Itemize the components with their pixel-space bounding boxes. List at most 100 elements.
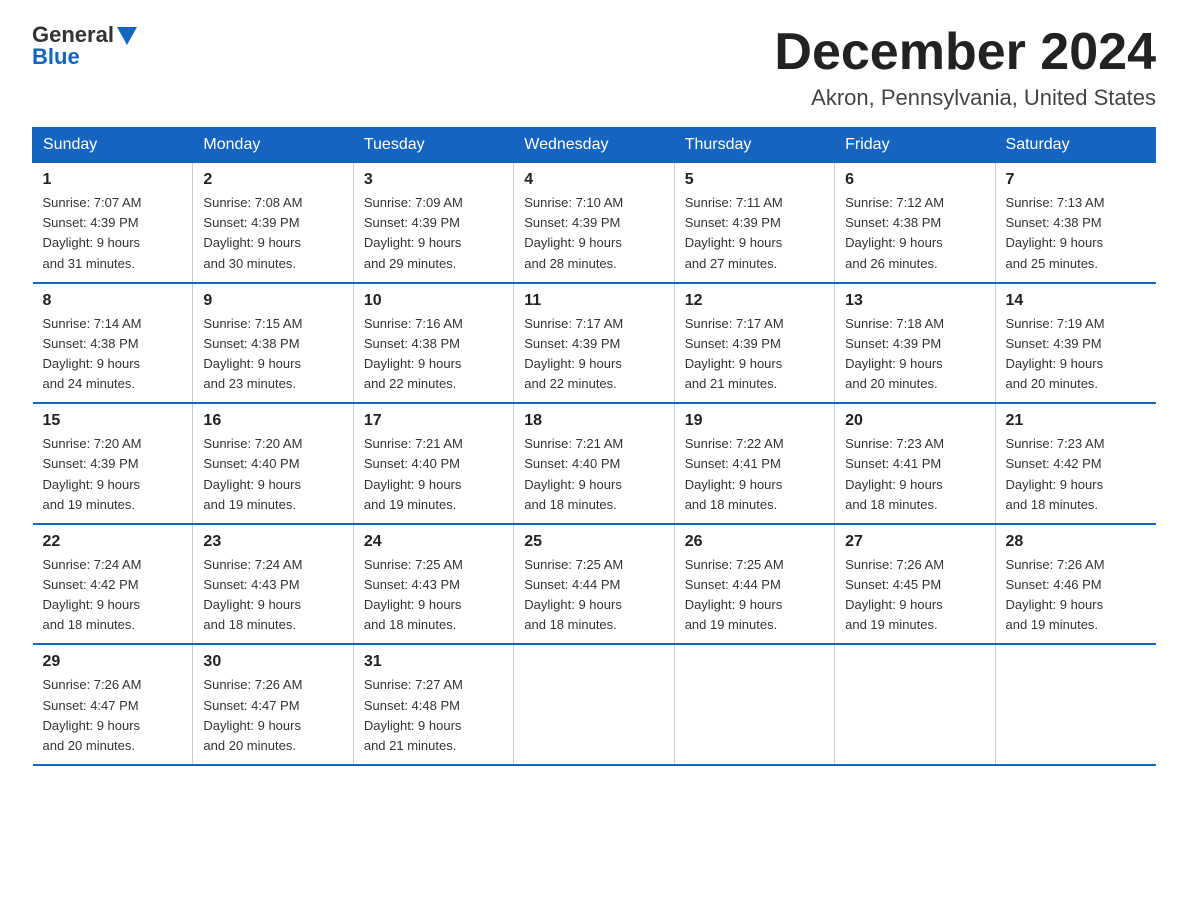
calendar-day-cell: 6 Sunrise: 7:12 AM Sunset: 4:38 PM Dayli…: [835, 163, 995, 283]
logo: General Blue: [32, 24, 137, 68]
calendar-day-cell: 13 Sunrise: 7:18 AM Sunset: 4:39 PM Dayl…: [835, 283, 995, 404]
location-subtitle: Akron, Pennsylvania, United States: [774, 85, 1156, 111]
calendar-day-cell: 15 Sunrise: 7:20 AM Sunset: 4:39 PM Dayl…: [33, 403, 193, 524]
day-number: 31: [364, 653, 503, 671]
header-saturday: Saturday: [995, 128, 1155, 163]
day-info: Sunrise: 7:20 AM Sunset: 4:40 PM Dayligh…: [203, 434, 342, 515]
day-number: 29: [43, 653, 183, 671]
calendar-day-cell: 5 Sunrise: 7:11 AM Sunset: 4:39 PM Dayli…: [674, 163, 834, 283]
calendar-week-row: 15 Sunrise: 7:20 AM Sunset: 4:39 PM Dayl…: [33, 403, 1156, 524]
calendar-day-cell: 30 Sunrise: 7:26 AM Sunset: 4:47 PM Dayl…: [193, 644, 353, 765]
calendar-table: Sunday Monday Tuesday Wednesday Thursday…: [32, 127, 1156, 766]
day-info: Sunrise: 7:24 AM Sunset: 4:42 PM Dayligh…: [43, 555, 183, 636]
day-info: Sunrise: 7:09 AM Sunset: 4:39 PM Dayligh…: [364, 193, 503, 274]
calendar-day-cell: 21 Sunrise: 7:23 AM Sunset: 4:42 PM Dayl…: [995, 403, 1155, 524]
day-info: Sunrise: 7:14 AM Sunset: 4:38 PM Dayligh…: [43, 314, 183, 395]
day-info: Sunrise: 7:17 AM Sunset: 4:39 PM Dayligh…: [685, 314, 824, 395]
day-number: 12: [685, 292, 824, 310]
page-header: General Blue December 2024 Akron, Pennsy…: [32, 24, 1156, 111]
day-number: 5: [685, 171, 824, 189]
calendar-day-cell: [514, 644, 674, 765]
day-number: 18: [524, 412, 663, 430]
calendar-day-cell: 11 Sunrise: 7:17 AM Sunset: 4:39 PM Dayl…: [514, 283, 674, 404]
day-number: 22: [43, 533, 183, 551]
day-number: 23: [203, 533, 342, 551]
day-info: Sunrise: 7:25 AM Sunset: 4:44 PM Dayligh…: [524, 555, 663, 636]
month-title: December 2024: [774, 24, 1156, 81]
day-number: 6: [845, 171, 984, 189]
day-number: 21: [1006, 412, 1146, 430]
calendar-day-cell: 20 Sunrise: 7:23 AM Sunset: 4:41 PM Dayl…: [835, 403, 995, 524]
calendar-day-cell: 27 Sunrise: 7:26 AM Sunset: 4:45 PM Dayl…: [835, 524, 995, 645]
day-info: Sunrise: 7:18 AM Sunset: 4:39 PM Dayligh…: [845, 314, 984, 395]
day-number: 19: [685, 412, 824, 430]
day-info: Sunrise: 7:13 AM Sunset: 4:38 PM Dayligh…: [1006, 193, 1146, 274]
header-wednesday: Wednesday: [514, 128, 674, 163]
day-info: Sunrise: 7:07 AM Sunset: 4:39 PM Dayligh…: [43, 193, 183, 274]
day-number: 4: [524, 171, 663, 189]
calendar-day-cell: 2 Sunrise: 7:08 AM Sunset: 4:39 PM Dayli…: [193, 163, 353, 283]
title-block: December 2024 Akron, Pennsylvania, Unite…: [774, 24, 1156, 111]
header-tuesday: Tuesday: [353, 128, 513, 163]
day-info: Sunrise: 7:21 AM Sunset: 4:40 PM Dayligh…: [364, 434, 503, 515]
logo-general-text: General: [32, 24, 114, 46]
calendar-day-cell: 16 Sunrise: 7:20 AM Sunset: 4:40 PM Dayl…: [193, 403, 353, 524]
day-number: 14: [1006, 292, 1146, 310]
day-number: 24: [364, 533, 503, 551]
day-number: 8: [43, 292, 183, 310]
day-number: 9: [203, 292, 342, 310]
day-info: Sunrise: 7:21 AM Sunset: 4:40 PM Dayligh…: [524, 434, 663, 515]
day-number: 25: [524, 533, 663, 551]
calendar-day-cell: 12 Sunrise: 7:17 AM Sunset: 4:39 PM Dayl…: [674, 283, 834, 404]
header-sunday: Sunday: [33, 128, 193, 163]
header-friday: Friday: [835, 128, 995, 163]
day-number: 28: [1006, 533, 1146, 551]
day-number: 26: [685, 533, 824, 551]
day-info: Sunrise: 7:26 AM Sunset: 4:45 PM Dayligh…: [845, 555, 984, 636]
header-monday: Monday: [193, 128, 353, 163]
day-info: Sunrise: 7:20 AM Sunset: 4:39 PM Dayligh…: [43, 434, 183, 515]
day-info: Sunrise: 7:23 AM Sunset: 4:41 PM Dayligh…: [845, 434, 984, 515]
day-number: 10: [364, 292, 503, 310]
calendar-day-cell: [835, 644, 995, 765]
day-info: Sunrise: 7:26 AM Sunset: 4:47 PM Dayligh…: [43, 675, 183, 756]
calendar-day-cell: 1 Sunrise: 7:07 AM Sunset: 4:39 PM Dayli…: [33, 163, 193, 283]
calendar-day-cell: 29 Sunrise: 7:26 AM Sunset: 4:47 PM Dayl…: [33, 644, 193, 765]
calendar-day-cell: 18 Sunrise: 7:21 AM Sunset: 4:40 PM Dayl…: [514, 403, 674, 524]
calendar-day-cell: 10 Sunrise: 7:16 AM Sunset: 4:38 PM Dayl…: [353, 283, 513, 404]
day-info: Sunrise: 7:12 AM Sunset: 4:38 PM Dayligh…: [845, 193, 984, 274]
day-number: 20: [845, 412, 984, 430]
day-number: 15: [43, 412, 183, 430]
day-info: Sunrise: 7:11 AM Sunset: 4:39 PM Dayligh…: [685, 193, 824, 274]
day-number: 3: [364, 171, 503, 189]
day-info: Sunrise: 7:17 AM Sunset: 4:39 PM Dayligh…: [524, 314, 663, 395]
day-info: Sunrise: 7:26 AM Sunset: 4:47 PM Dayligh…: [203, 675, 342, 756]
day-info: Sunrise: 7:16 AM Sunset: 4:38 PM Dayligh…: [364, 314, 503, 395]
calendar-week-row: 1 Sunrise: 7:07 AM Sunset: 4:39 PM Dayli…: [33, 163, 1156, 283]
day-info: Sunrise: 7:24 AM Sunset: 4:43 PM Dayligh…: [203, 555, 342, 636]
calendar-day-cell: 28 Sunrise: 7:26 AM Sunset: 4:46 PM Dayl…: [995, 524, 1155, 645]
calendar-day-cell: 7 Sunrise: 7:13 AM Sunset: 4:38 PM Dayli…: [995, 163, 1155, 283]
day-info: Sunrise: 7:27 AM Sunset: 4:48 PM Dayligh…: [364, 675, 503, 756]
logo-blue-text: Blue: [32, 46, 80, 68]
day-info: Sunrise: 7:25 AM Sunset: 4:43 PM Dayligh…: [364, 555, 503, 636]
calendar-day-cell: 22 Sunrise: 7:24 AM Sunset: 4:42 PM Dayl…: [33, 524, 193, 645]
day-number: 30: [203, 653, 342, 671]
day-info: Sunrise: 7:10 AM Sunset: 4:39 PM Dayligh…: [524, 193, 663, 274]
calendar-week-row: 8 Sunrise: 7:14 AM Sunset: 4:38 PM Dayli…: [33, 283, 1156, 404]
day-number: 13: [845, 292, 984, 310]
day-number: 7: [1006, 171, 1146, 189]
header-thursday: Thursday: [674, 128, 834, 163]
calendar-day-cell: [995, 644, 1155, 765]
day-info: Sunrise: 7:19 AM Sunset: 4:39 PM Dayligh…: [1006, 314, 1146, 395]
day-info: Sunrise: 7:08 AM Sunset: 4:39 PM Dayligh…: [203, 193, 342, 274]
logo-triangle-icon: [117, 27, 137, 45]
calendar-day-cell: 9 Sunrise: 7:15 AM Sunset: 4:38 PM Dayli…: [193, 283, 353, 404]
day-number: 16: [203, 412, 342, 430]
calendar-day-cell: 26 Sunrise: 7:25 AM Sunset: 4:44 PM Dayl…: [674, 524, 834, 645]
day-number: 2: [203, 171, 342, 189]
calendar-day-cell: 4 Sunrise: 7:10 AM Sunset: 4:39 PM Dayli…: [514, 163, 674, 283]
day-info: Sunrise: 7:25 AM Sunset: 4:44 PM Dayligh…: [685, 555, 824, 636]
calendar-day-cell: 19 Sunrise: 7:22 AM Sunset: 4:41 PM Dayl…: [674, 403, 834, 524]
calendar-week-row: 29 Sunrise: 7:26 AM Sunset: 4:47 PM Dayl…: [33, 644, 1156, 765]
